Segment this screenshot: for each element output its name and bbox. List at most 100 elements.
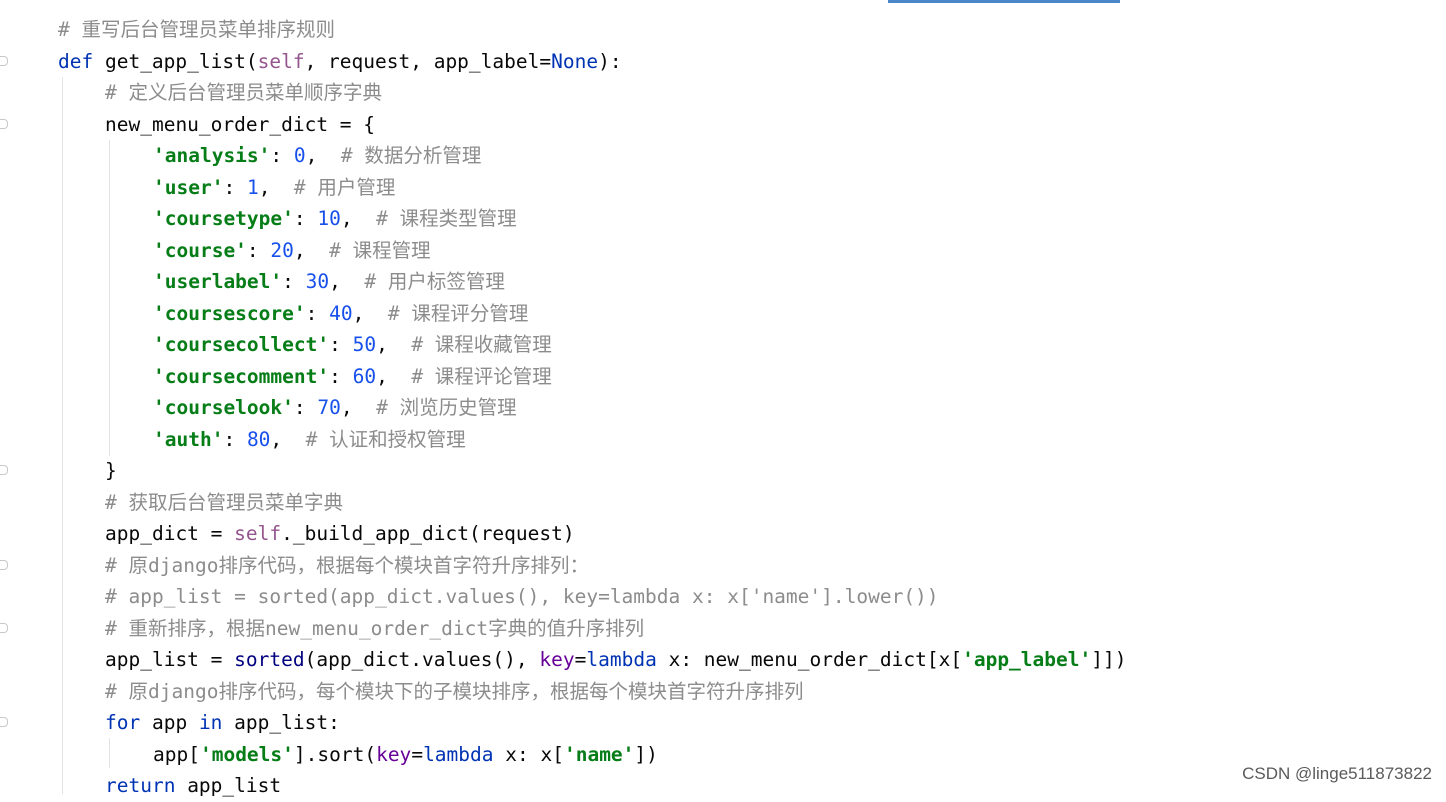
code-line[interactable]: # 获取后台管理员菜单字典 — [105, 487, 343, 519]
code-token: , — [258, 175, 294, 199]
code-token: 0 — [293, 144, 306, 167]
code-token: 1 — [246, 175, 259, 199]
code-token: get_app_list( — [104, 49, 258, 73]
code-token: # — [387, 301, 412, 325]
code-token: ].sort( — [293, 742, 377, 766]
code-token: , request, app_label= — [304, 49, 552, 73]
code-token: # — [293, 175, 318, 199]
fold-marker-icon[interactable] — [0, 717, 8, 727]
code-token: 'user' — [153, 175, 224, 199]
code-token: 'app_label' — [962, 648, 1092, 671]
code-token: key — [539, 648, 575, 671]
code-token: , — [293, 238, 330, 262]
code-token: 课程管理 — [352, 238, 431, 262]
code-line[interactable]: 'coursescore': 40, # 课程评分管理 — [153, 298, 528, 330]
code-token: new_menu_order_dict — [265, 616, 489, 640]
code-token: django — [148, 553, 219, 577]
code-token: 50 — [352, 333, 377, 356]
code-line[interactable]: 'coursetype': 10, # 课程类型管理 — [153, 203, 517, 235]
indent-guide — [109, 738, 110, 768]
code-token: 课程收藏管理 — [434, 333, 552, 356]
fold-marker-icon[interactable] — [0, 623, 8, 633]
fold-marker-icon[interactable] — [0, 560, 8, 570]
code-token: , — [376, 364, 412, 388]
code-token: 用户标签管理 — [387, 270, 505, 293]
code-line[interactable]: 'course': 20, # 课程管理 — [153, 235, 431, 267]
code-line[interactable]: app['models'].sort(key=lambda x: x['name… — [153, 739, 658, 771]
code-line[interactable]: app_list = sorted(app_dict.values(), key… — [105, 644, 1126, 676]
code-token: 原 — [128, 679, 148, 703]
code-token: 排序代码，根据每个模块首字符升序排列： — [218, 553, 589, 577]
code-line[interactable]: 'coursecollect': 50, # 课程收藏管理 — [153, 329, 552, 361]
code-token: , — [352, 301, 388, 325]
code-token: : — [223, 427, 247, 451]
code-token: django — [148, 679, 219, 703]
fold-marker-icon[interactable] — [0, 119, 8, 129]
code-token: # — [329, 238, 353, 262]
code-token: app_list = — [105, 648, 235, 671]
code-line[interactable]: app_dict = self._build_app_dict(request) — [105, 518, 575, 550]
code-token: , — [270, 427, 306, 451]
code-token: # — [305, 427, 330, 451]
code-token: : — [293, 396, 318, 419]
code-token: 数据分析管理 — [364, 144, 482, 167]
code-token: app_list: — [222, 711, 340, 734]
code-token: ]]) — [1091, 648, 1127, 671]
code-token: (app_dict.values(), — [304, 648, 540, 671]
code-token: 'models' — [199, 742, 294, 766]
code-token: = — [411, 742, 424, 766]
code-line[interactable]: # 原django排序代码，根据每个模块首字符升序排列： — [105, 550, 589, 582]
code-line[interactable]: def get_app_list(self, request, app_labe… — [58, 46, 622, 78]
code-token: 10 — [317, 207, 341, 230]
code-token: : — [270, 144, 294, 167]
code-token: , — [305, 144, 341, 167]
code-token: 'courselook' — [153, 396, 294, 419]
code-token: 'coursecomment' — [153, 364, 330, 388]
code-token: for — [105, 711, 141, 734]
code-line[interactable]: 'courselook': 70, # 浏览历史管理 — [153, 392, 517, 424]
code-token: 原 — [128, 553, 148, 577]
code-token: # — [105, 490, 129, 514]
code-token: ]) — [634, 742, 658, 766]
code-token: ._build_app_dict(request) — [281, 522, 575, 545]
code-line[interactable]: 'auth': 80, # 认证和授权管理 — [153, 424, 466, 456]
code-token: 'auth' — [153, 427, 224, 451]
active-tab-indicator — [888, 0, 1120, 3]
code-token: , — [376, 333, 412, 356]
code-token: # — [411, 364, 435, 388]
code-line[interactable]: # app_list = sorted(app_dict.values(), k… — [105, 581, 939, 613]
code-line[interactable]: 'coursecomment': 60, # 课程评论管理 — [153, 361, 552, 393]
code-token: 字典的值升序排列 — [488, 616, 645, 640]
code-line[interactable]: # 原django排序代码，每个模块下的子模块排序，根据每个模块首字符升序排列 — [105, 676, 803, 708]
code-token: 浏览历史管理 — [399, 396, 517, 419]
code-line[interactable]: # 重新排序，根据new_menu_order_dict字典的值升序排列 — [105, 613, 644, 645]
code-token: 定义后台管理员菜单顺序字典 — [128, 81, 382, 104]
code-line[interactable]: 'user': 1, # 用户管理 — [153, 172, 395, 204]
fold-marker-icon[interactable] — [0, 465, 8, 475]
code-token: 30 — [305, 270, 330, 293]
code-token: 60 — [352, 364, 377, 388]
code-token: 课程评分管理 — [411, 301, 529, 325]
code-line[interactable]: return app_list — [105, 770, 281, 802]
code-token: self — [257, 49, 305, 73]
code-token: sorted — [234, 648, 305, 671]
code-line[interactable]: for app in app_list: — [105, 707, 340, 739]
code-token: in — [198, 711, 223, 734]
code-token: # — [58, 18, 82, 41]
code-token: 70 — [317, 396, 341, 419]
code-token: # — [340, 144, 365, 167]
code-line[interactable]: new_menu_order_dict = { — [105, 109, 375, 141]
code-line[interactable]: 'analysis': 0, # 数据分析管理 — [153, 140, 481, 172]
code-token: 'course' — [153, 238, 247, 262]
code-token: : — [223, 175, 247, 199]
code-token: None — [551, 49, 599, 73]
code-token: app[ — [153, 742, 200, 766]
code-line[interactable]: # 重写后台管理员菜单排序规则 — [58, 14, 335, 46]
code-line[interactable]: } — [105, 455, 117, 487]
code-line[interactable]: 'userlabel': 30, # 用户标签管理 — [153, 266, 505, 298]
code-token: 获取后台管理员菜单字典 — [128, 490, 343, 514]
fold-marker-icon[interactable] — [0, 56, 8, 66]
code-line[interactable]: # 定义后台管理员菜单顺序字典 — [105, 77, 382, 109]
code-token: 课程评论管理 — [434, 364, 552, 388]
code-token: lambda — [423, 742, 494, 766]
